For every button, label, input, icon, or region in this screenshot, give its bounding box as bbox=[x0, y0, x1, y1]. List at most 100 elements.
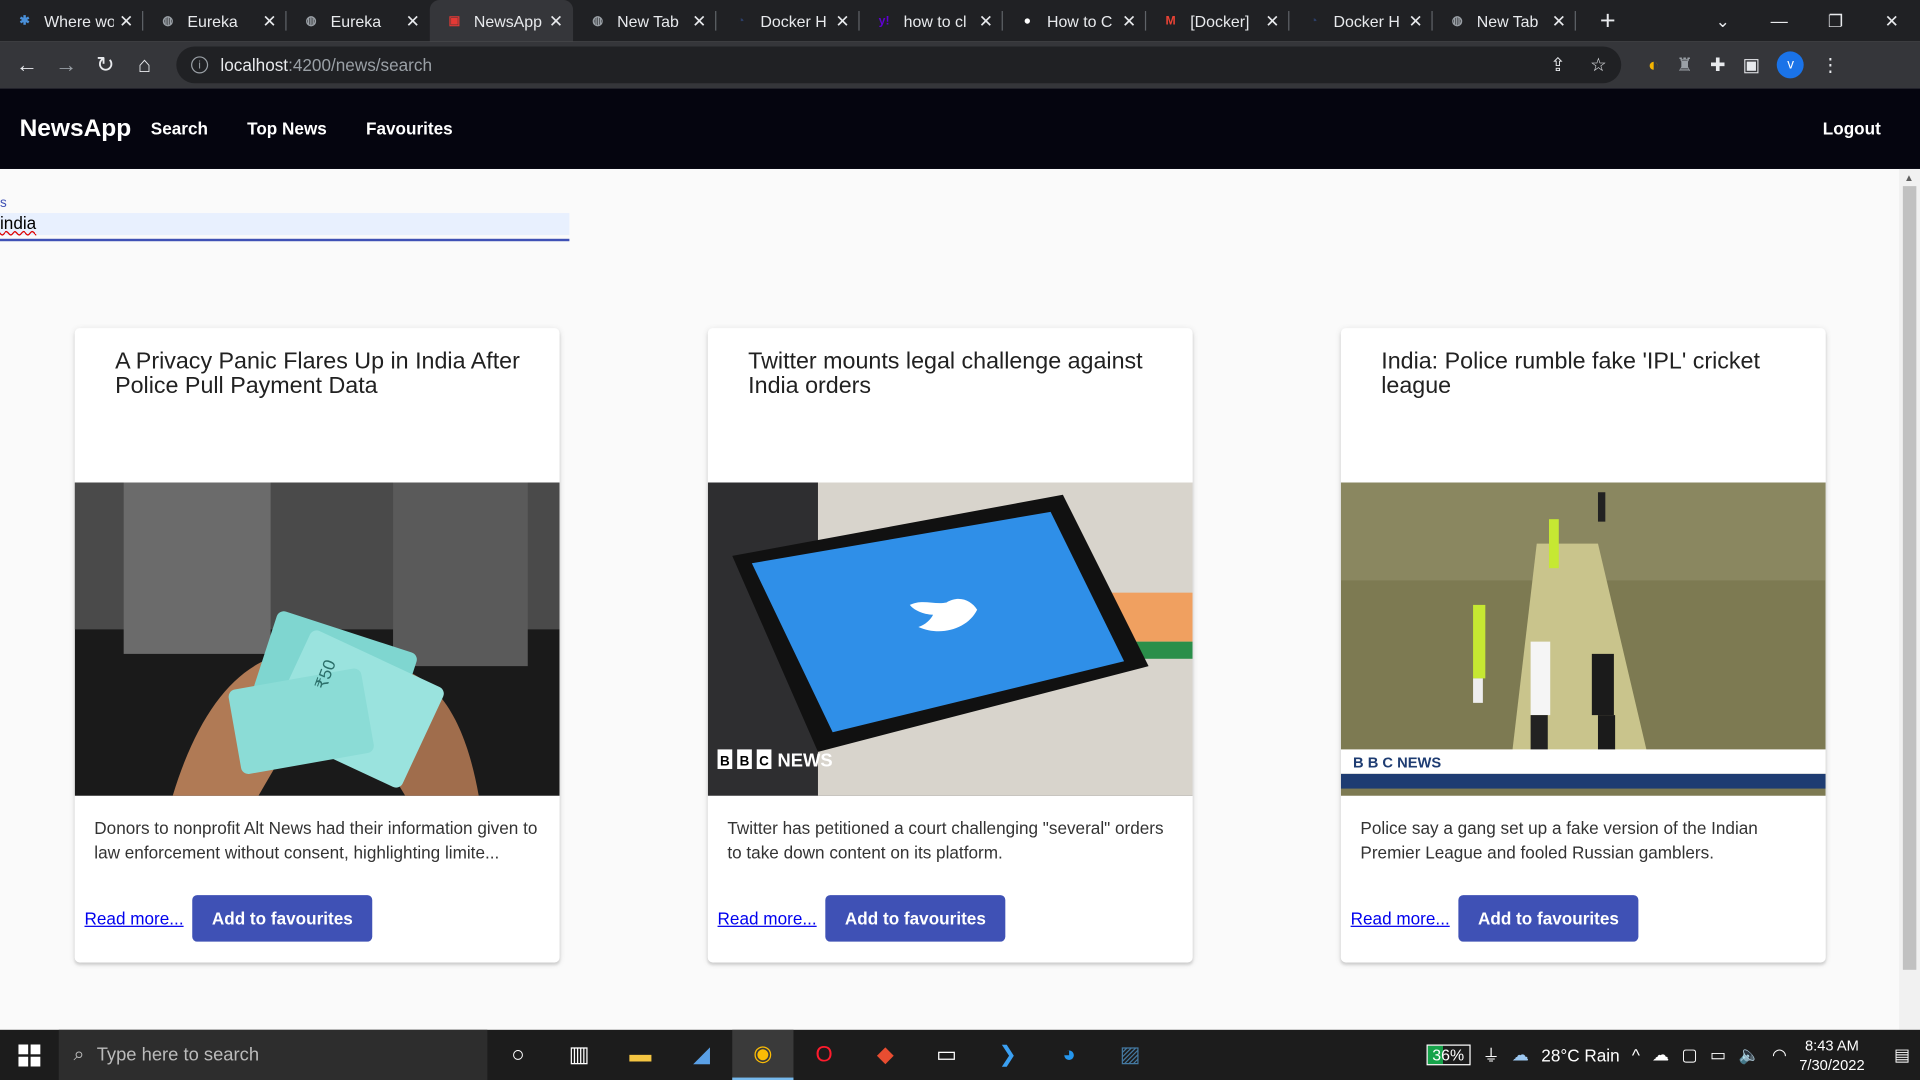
forward-button[interactable]: → bbox=[47, 52, 86, 78]
docker-icon[interactable]: ◕ bbox=[1038, 1030, 1099, 1080]
clock[interactable]: 8:43 AM 7/30/2022 bbox=[1799, 1035, 1864, 1074]
url-host: localhost bbox=[220, 55, 289, 75]
tab-separator bbox=[1574, 11, 1576, 31]
tab-search-icon[interactable]: ⌄ bbox=[1695, 10, 1751, 31]
browser-tab[interactable]: ◔ Docker H ✕ bbox=[1289, 0, 1433, 42]
browser-tab[interactable]: M [Docker] ✕ bbox=[1146, 0, 1290, 42]
reload-button[interactable]: ↻ bbox=[86, 52, 125, 78]
browser-tab[interactable]: ▣ NewsApp ✕ bbox=[429, 0, 574, 42]
git-icon[interactable]: ◆ bbox=[855, 1030, 916, 1080]
browser-tab[interactable]: ◍ Eureka ✕ bbox=[287, 0, 430, 42]
battery-indicator[interactable]: 36% bbox=[1426, 1044, 1471, 1066]
color-extension-icon[interactable]: ◐ bbox=[1648, 54, 1659, 75]
search-value: india bbox=[0, 213, 37, 233]
browser-tab[interactable]: y! how to cl ✕ bbox=[860, 0, 1003, 42]
window-controls: ⌄ — ❐ ✕ bbox=[1695, 0, 1920, 42]
tab-close-icon[interactable]: ✕ bbox=[119, 10, 133, 31]
file-explorer-icon[interactable]: ▬ bbox=[610, 1030, 671, 1080]
tab-close-icon[interactable]: ✕ bbox=[979, 10, 993, 31]
browser-tab[interactable]: ◍ New Tab ✕ bbox=[573, 0, 717, 42]
weather-cloud-icon: ☁ bbox=[1511, 1044, 1530, 1065]
extension-icon[interactable]: ♜ bbox=[1676, 54, 1692, 76]
nav-favourites[interactable]: Favourites bbox=[366, 119, 453, 139]
vscode-icon[interactable]: ❯ bbox=[977, 1030, 1038, 1080]
address-bar[interactable]: i localhost:4200/news/search ⇪ ☆ bbox=[176, 46, 1622, 84]
svg-text:B B C NEWS: B B C NEWS bbox=[1353, 756, 1441, 772]
article-image-cricket[interactable]: B B C NEWS bbox=[1340, 482, 1826, 796]
tab-close-icon[interactable]: ✕ bbox=[262, 10, 276, 31]
tab-close-icon[interactable]: ✕ bbox=[1265, 10, 1279, 31]
tab-close-icon[interactable]: ✕ bbox=[549, 10, 563, 31]
tray-chevron-icon[interactable]: ^ bbox=[1632, 1045, 1640, 1065]
card-title: India: Police rumble fake 'IPL' cricket … bbox=[1381, 348, 1760, 400]
back-button[interactable]: ← bbox=[7, 52, 46, 78]
search-input[interactable]: india bbox=[0, 213, 570, 236]
tab-close-icon[interactable]: ✕ bbox=[835, 10, 849, 31]
notifications-icon[interactable]: ▤ bbox=[1894, 1044, 1910, 1065]
site-info-icon[interactable]: i bbox=[191, 56, 209, 74]
meet-now-icon[interactable]: ▢ bbox=[1682, 1044, 1698, 1065]
browser-tab[interactable]: ◍ New Tab ✕ bbox=[1433, 0, 1576, 42]
card-title: Twitter mounts legal challenge against I… bbox=[748, 348, 1143, 400]
minimize-button[interactable]: — bbox=[1751, 11, 1807, 31]
battery-icon[interactable]: ▭ bbox=[1710, 1044, 1726, 1065]
profile-avatar[interactable]: v bbox=[1777, 51, 1805, 79]
add-to-favourites-button[interactable]: Add to favourites bbox=[192, 895, 373, 942]
vertical-scrollbar[interactable]: ▲ bbox=[1899, 168, 1920, 1030]
nav-top-news[interactable]: Top News bbox=[247, 119, 327, 139]
logout-button[interactable]: Logout bbox=[1823, 119, 1881, 139]
app-navbar: NewsApp Search Top News Favourites Logou… bbox=[0, 88, 1920, 169]
tab-close-icon[interactable]: ✕ bbox=[692, 10, 706, 31]
brand-logo[interactable]: NewsApp bbox=[20, 114, 132, 142]
tab-close-icon[interactable]: ✕ bbox=[1552, 10, 1566, 31]
start-button[interactable] bbox=[0, 1030, 59, 1080]
svg-text:B: B bbox=[740, 753, 750, 768]
search-icon: ⌕ bbox=[73, 1043, 85, 1065]
puzzle-extensions-icon[interactable]: ✚ bbox=[1710, 54, 1725, 76]
scrollbar-thumb[interactable] bbox=[1902, 186, 1917, 970]
menu-kebab-icon[interactable]: ⋮ bbox=[1821, 54, 1839, 76]
add-to-favourites-button[interactable]: Add to favourites bbox=[825, 895, 1006, 942]
cortana-icon[interactable]: ○ bbox=[487, 1030, 548, 1080]
share-icon[interactable]: ⇪ bbox=[1550, 54, 1565, 76]
tab-close-icon[interactable]: ✕ bbox=[1409, 10, 1423, 31]
scroll-up-arrow-icon[interactable]: ▲ bbox=[1904, 173, 1914, 184]
read-more-link[interactable]: Read more... bbox=[1351, 909, 1450, 929]
nav-search[interactable]: Search bbox=[151, 119, 208, 139]
opera-icon[interactable]: O bbox=[793, 1030, 854, 1080]
onedrive-icon[interactable]: ☁ bbox=[1652, 1044, 1669, 1065]
taskbar-search[interactable]: ⌕ Type here to search bbox=[58, 1029, 488, 1080]
tab-favicon-icon: ◍ bbox=[305, 14, 317, 28]
terminal-icon[interactable]: ▭ bbox=[916, 1030, 977, 1080]
news-card: A Privacy Panic Flares Up in India After… bbox=[74, 328, 560, 963]
close-window-button[interactable]: ✕ bbox=[1864, 10, 1920, 31]
article-image-twitter[interactable]: B B C NEWS bbox=[707, 482, 1193, 796]
new-tab-button[interactable]: + bbox=[1591, 5, 1625, 37]
home-button[interactable]: ⌂ bbox=[125, 52, 164, 78]
add-to-favourites-button[interactable]: Add to favourites bbox=[1458, 895, 1639, 942]
task-view-icon[interactable]: ▥ bbox=[549, 1030, 610, 1080]
side-panel-icon[interactable]: ▣ bbox=[1743, 54, 1760, 76]
tab-title: New Tab bbox=[617, 11, 679, 31]
app-icon[interactable]: ◢ bbox=[671, 1030, 732, 1080]
browser-tab[interactable]: ✱ Where wo ✕ bbox=[0, 0, 144, 42]
tab-close-icon[interactable]: ✕ bbox=[1122, 10, 1136, 31]
read-more-link[interactable]: Read more... bbox=[84, 909, 183, 929]
svg-text:B: B bbox=[720, 753, 730, 768]
url-path: :4200/news/search bbox=[288, 55, 432, 75]
volume-icon[interactable]: 🔈 bbox=[1738, 1044, 1759, 1065]
browser-tab[interactable]: ◔ Docker H ✕ bbox=[716, 0, 860, 42]
tab-close-icon[interactable]: ✕ bbox=[406, 10, 420, 31]
clock-time: 8:43 AM bbox=[1804, 1036, 1859, 1054]
article-image-money[interactable]: ₹50 bbox=[74, 482, 560, 796]
tab-favicon-icon: M bbox=[1165, 14, 1176, 28]
browser-tab[interactable]: ● How to C ✕ bbox=[1003, 0, 1147, 42]
read-more-link[interactable]: Read more... bbox=[718, 909, 817, 929]
bookmark-star-icon[interactable]: ☆ bbox=[1590, 54, 1606, 76]
weather-text[interactable]: 28°C Rain bbox=[1541, 1045, 1619, 1065]
browser-tab[interactable]: ◍ Eureka ✕ bbox=[143, 0, 287, 42]
wifi-icon[interactable]: ◠ bbox=[1772, 1044, 1787, 1065]
restore-button[interactable]: ❐ bbox=[1807, 10, 1863, 31]
chrome-icon[interactable]: ◉ bbox=[732, 1029, 794, 1080]
mysql-workbench-icon[interactable]: ▨ bbox=[1100, 1030, 1161, 1080]
